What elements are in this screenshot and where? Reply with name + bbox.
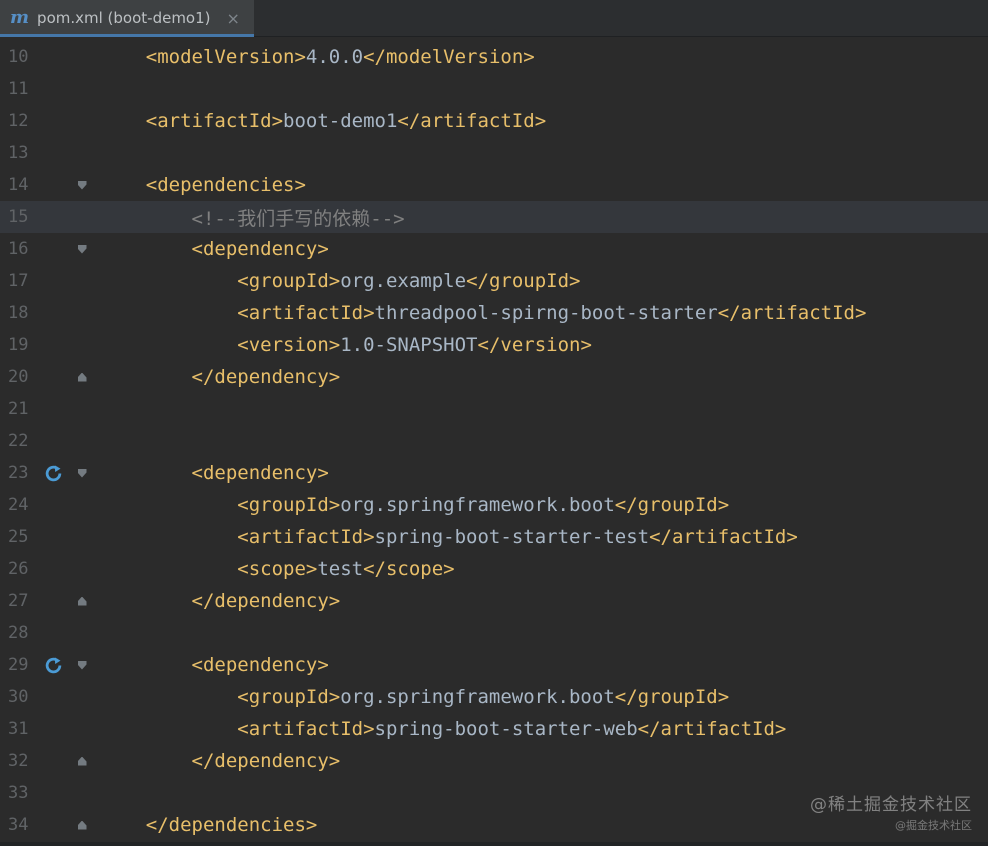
line-number: 18 bbox=[0, 303, 38, 323]
code-line[interactable]: 26 <scope>test</scope> bbox=[0, 553, 988, 585]
code-line[interactable]: 20 </dependency> bbox=[0, 361, 988, 393]
code-line[interactable]: 16 <dependency> bbox=[0, 233, 988, 265]
code-line[interactable]: 18 <artifactId>threadpool-spirng-boot-st… bbox=[0, 297, 988, 329]
code-line[interactable]: 34 </dependencies> bbox=[0, 809, 988, 841]
code-text[interactable]: <artifactId>spring-boot-starter-web</art… bbox=[96, 718, 786, 740]
line-number: 15 bbox=[0, 207, 38, 227]
tab-title: pom.xml (boot-demo1) bbox=[37, 9, 210, 27]
line-number: 19 bbox=[0, 335, 38, 355]
line-number: 33 bbox=[0, 783, 38, 803]
code-text[interactable]: <groupId>org.springframework.boot</group… bbox=[96, 686, 729, 708]
maven-module-icon: m bbox=[10, 9, 29, 27]
code-text[interactable]: </dependency> bbox=[96, 590, 340, 612]
close-icon[interactable]: × bbox=[227, 9, 240, 28]
line-number: 22 bbox=[0, 431, 38, 451]
line-number: 29 bbox=[0, 655, 38, 675]
code-text[interactable]: <modelVersion>4.0.0</modelVersion> bbox=[96, 46, 535, 68]
line-number: 27 bbox=[0, 591, 38, 611]
fold-end-icon[interactable] bbox=[68, 757, 96, 766]
line-number: 28 bbox=[0, 623, 38, 643]
line-number: 25 bbox=[0, 527, 38, 547]
code-line[interactable]: 10 <modelVersion>4.0.0</modelVersion> bbox=[0, 41, 988, 73]
code-text[interactable]: </dependencies> bbox=[96, 814, 317, 836]
code-line[interactable]: 31 <artifactId>spring-boot-starter-web</… bbox=[0, 713, 988, 745]
fold-collapse-icon[interactable] bbox=[68, 661, 96, 670]
fold-collapse-icon[interactable] bbox=[68, 181, 96, 190]
line-number: 20 bbox=[0, 367, 38, 387]
line-number: 30 bbox=[0, 687, 38, 707]
fold-end-icon[interactable] bbox=[68, 373, 96, 382]
code-line[interactable]: 11 bbox=[0, 73, 988, 105]
line-number: 13 bbox=[0, 143, 38, 163]
code-text[interactable]: <artifactId>spring-boot-starter-test</ar… bbox=[96, 526, 798, 548]
code-text[interactable]: <dependencies> bbox=[96, 174, 306, 196]
code-text[interactable]: <dependency> bbox=[96, 462, 329, 484]
fold-end-icon[interactable] bbox=[68, 821, 96, 830]
code-text[interactable]: <groupId>org.example</groupId> bbox=[96, 270, 580, 292]
code-text[interactable]: <!--我们手写的依赖--> bbox=[96, 204, 405, 231]
line-number: 11 bbox=[0, 79, 38, 99]
code-line[interactable]: 27 </dependency> bbox=[0, 585, 988, 617]
tab-pom-xml[interactable]: m pom.xml (boot-demo1) × bbox=[0, 0, 254, 36]
code-text[interactable]: <groupId>org.springframework.boot</group… bbox=[96, 494, 729, 516]
horizontal-scrollbar[interactable] bbox=[0, 842, 988, 846]
line-number: 12 bbox=[0, 111, 38, 131]
code-line[interactable]: 33 bbox=[0, 777, 988, 809]
code-editor[interactable]: 10 <modelVersion>4.0.0</modelVersion> 11 1… bbox=[0, 37, 988, 846]
code-line[interactable]: 24 <groupId>org.springframework.boot</gr… bbox=[0, 489, 988, 521]
line-number: 23 bbox=[0, 463, 38, 483]
line-number: 21 bbox=[0, 399, 38, 419]
line-number: 16 bbox=[0, 239, 38, 259]
code-text[interactable]: <dependency> bbox=[96, 238, 329, 260]
code-text[interactable]: <version>1.0-SNAPSHOT</version> bbox=[96, 334, 592, 356]
maven-sync-icon[interactable] bbox=[38, 657, 68, 674]
code-line[interactable]: 19 <version>1.0-SNAPSHOT</version> bbox=[0, 329, 988, 361]
code-line[interactable]: 15 <!--我们手写的依赖--> bbox=[0, 201, 988, 233]
line-number: 31 bbox=[0, 719, 38, 739]
code-line[interactable]: 17 <groupId>org.example</groupId> bbox=[0, 265, 988, 297]
code-line[interactable]: 29 <dependency> bbox=[0, 649, 988, 681]
editor-tab-bar: m pom.xml (boot-demo1) × bbox=[0, 0, 988, 37]
code-line[interactable]: 12 <artifactId>boot-demo1</artifactId> bbox=[0, 105, 988, 137]
fold-collapse-icon[interactable] bbox=[68, 245, 96, 254]
code-line[interactable]: 23 <dependency> bbox=[0, 457, 988, 489]
code-line[interactable]: 28 bbox=[0, 617, 988, 649]
code-text[interactable]: <artifactId>boot-demo1</artifactId> bbox=[96, 110, 546, 132]
code-lines-container: 10 <modelVersion>4.0.0</modelVersion> 11 1… bbox=[0, 41, 988, 841]
code-text[interactable]: <scope>test</scope> bbox=[96, 558, 455, 580]
code-text[interactable]: </dependency> bbox=[96, 366, 340, 388]
line-number: 17 bbox=[0, 271, 38, 291]
fold-collapse-icon[interactable] bbox=[68, 469, 96, 478]
code-line[interactable]: 22 bbox=[0, 425, 988, 457]
code-line[interactable]: 13 bbox=[0, 137, 988, 169]
code-text[interactable]: </dependency> bbox=[96, 750, 340, 772]
fold-end-icon[interactable] bbox=[68, 597, 96, 606]
code-line[interactable]: 14 <dependencies> bbox=[0, 169, 988, 201]
line-number: 26 bbox=[0, 559, 38, 579]
code-line[interactable]: 32 </dependency> bbox=[0, 745, 988, 777]
line-number: 32 bbox=[0, 751, 38, 771]
code-line[interactable]: 25 <artifactId>spring-boot-starter-test<… bbox=[0, 521, 988, 553]
line-number: 14 bbox=[0, 175, 38, 195]
line-number: 34 bbox=[0, 815, 38, 835]
code-text[interactable]: <artifactId>threadpool-spirng-boot-start… bbox=[96, 302, 866, 324]
code-text[interactable]: <dependency> bbox=[96, 654, 329, 676]
maven-sync-icon[interactable] bbox=[38, 465, 68, 482]
code-line[interactable]: 30 <groupId>org.springframework.boot</gr… bbox=[0, 681, 988, 713]
line-number: 10 bbox=[0, 47, 38, 67]
code-line[interactable]: 21 bbox=[0, 393, 988, 425]
line-number: 24 bbox=[0, 495, 38, 515]
